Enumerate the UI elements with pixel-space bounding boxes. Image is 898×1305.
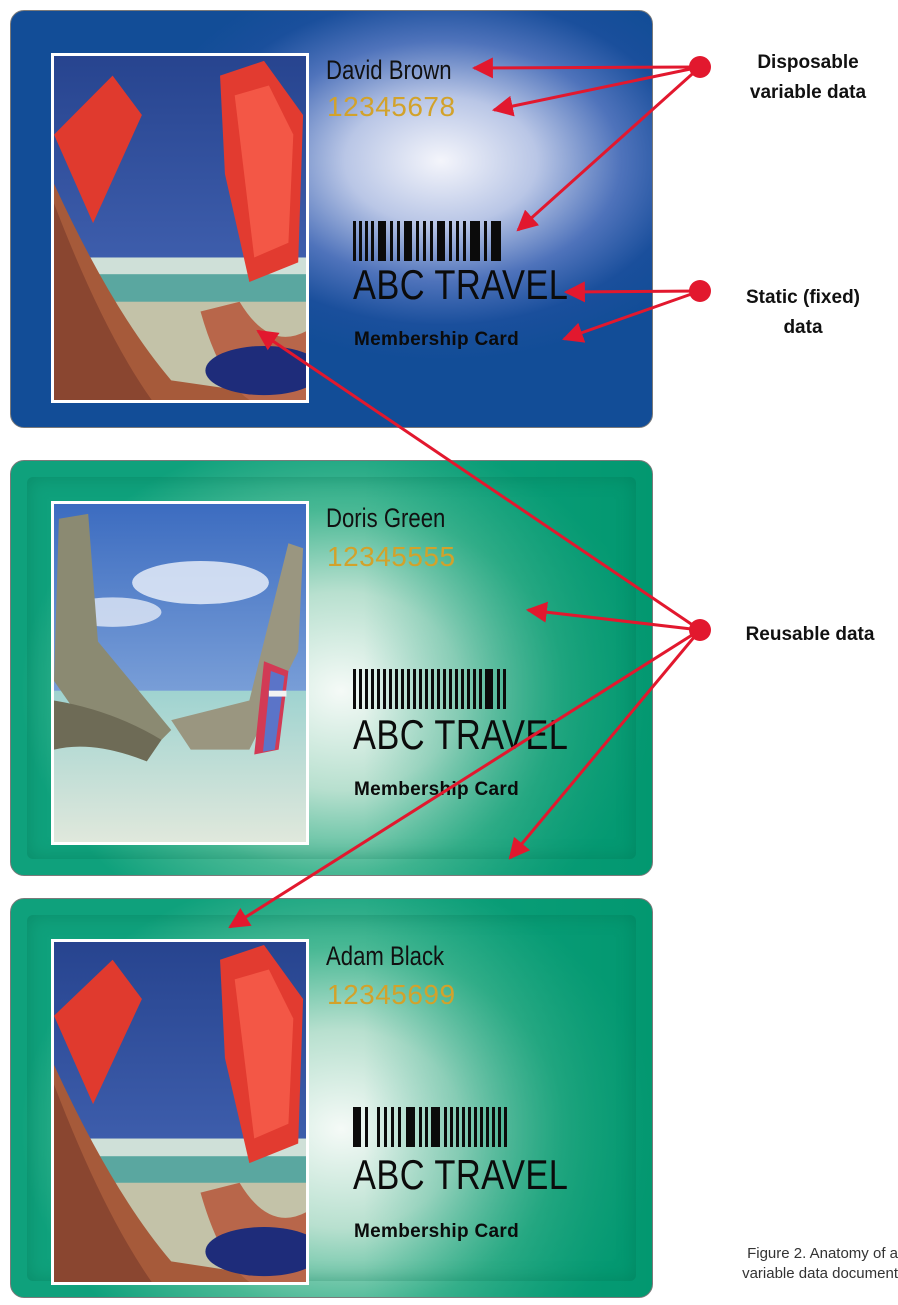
brand-name: ABC TRAVEL xyxy=(353,711,569,758)
label-disposable-variable-data: Disposable variable data xyxy=(749,52,867,103)
callout-dot-static xyxy=(689,280,711,302)
member-name: Doris Green xyxy=(326,503,446,533)
barcode xyxy=(353,221,501,261)
member-number: 12345699 xyxy=(327,979,456,1010)
label-reusable-data: Reusable data xyxy=(745,624,875,645)
membership-card-adam-black: Adam Black 12345699 ABC TRAVEL Membershi… xyxy=(10,898,653,1298)
member-name: David Brown xyxy=(326,55,452,85)
card-subtitle: Membership Card xyxy=(354,1221,519,1242)
photo-snorkel-fins xyxy=(51,53,309,403)
caption-line-2: variable data document xyxy=(742,1265,898,1282)
photo-snorkel-fins xyxy=(51,939,309,1285)
membership-card-david-brown: David Brown 12345678 ABC TRAVEL Membersh… xyxy=(10,10,653,428)
barcode xyxy=(353,669,506,709)
brand-name: ABC TRAVEL xyxy=(353,1151,569,1198)
member-number: 12345555 xyxy=(327,541,456,572)
member-number: 12345678 xyxy=(327,91,456,122)
caption-line-1: Figure 2. Anatomy of a xyxy=(747,1245,898,1262)
member-name: Adam Black xyxy=(326,941,445,971)
card-subtitle: Membership Card xyxy=(354,779,519,800)
figure-caption: Figure 2. Anatomy of a variable data doc… xyxy=(640,1244,898,1284)
callout-dot-disposable xyxy=(689,56,711,78)
photo-longtail-boats xyxy=(51,501,309,845)
membership-card-doris-green: Doris Green 12345555 ABC TRAVEL Membersh… xyxy=(10,460,653,876)
card-subtitle: Membership Card xyxy=(354,329,519,350)
callout-dot-reusable xyxy=(689,619,711,641)
barcode xyxy=(353,1107,507,1147)
brand-name: ABC TRAVEL xyxy=(353,261,569,308)
label-static-data: Static (fixed) data xyxy=(745,287,861,338)
